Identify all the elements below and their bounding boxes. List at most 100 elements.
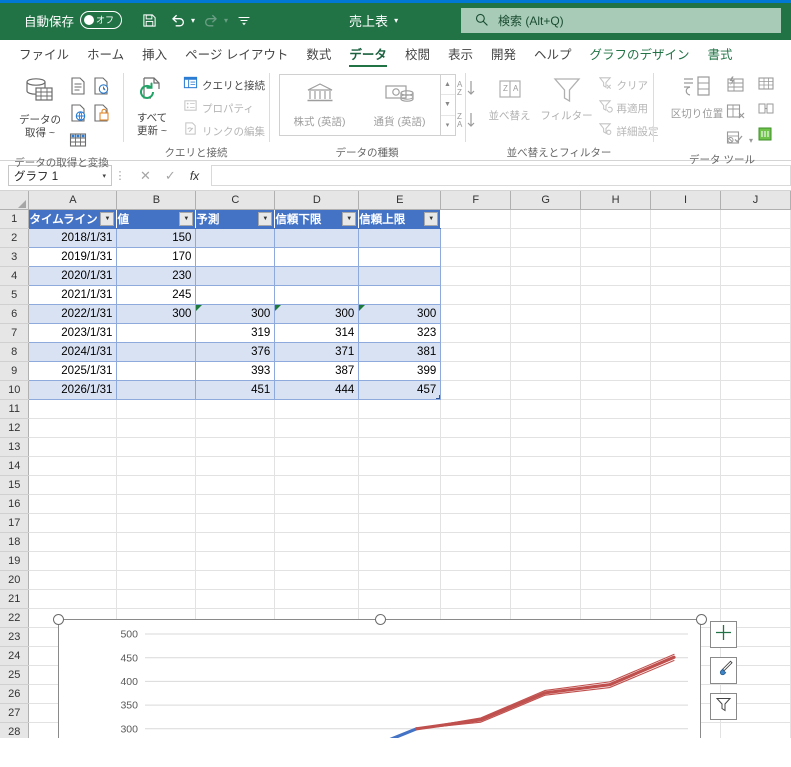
cell-d12[interactable] — [274, 418, 360, 438]
cell-b9[interactable] — [116, 361, 197, 381]
redo-button[interactable] — [198, 7, 224, 33]
cell-j6[interactable] — [720, 304, 791, 324]
cell-d16[interactable] — [274, 494, 360, 514]
cell-f11[interactable] — [440, 399, 512, 419]
refresh-all-button[interactable]: すべて 更新 ~ — [124, 72, 180, 138]
cell-d18[interactable] — [274, 532, 360, 552]
row-header-23[interactable]: 23 — [0, 627, 30, 647]
chart-styles-button[interactable] — [710, 657, 737, 684]
cell-c16[interactable] — [195, 494, 276, 514]
cell-d4[interactable] — [274, 266, 360, 286]
column-header-c[interactable]: C — [195, 191, 276, 210]
cell-f9[interactable] — [440, 361, 512, 381]
cell-g1[interactable] — [510, 209, 582, 229]
cell-a10[interactable]: 2026/1/31 — [28, 380, 118, 400]
cell-f12[interactable] — [440, 418, 512, 438]
cell-g14[interactable] — [510, 456, 582, 476]
cell-g5[interactable] — [510, 285, 582, 305]
cell-h13[interactable] — [580, 437, 652, 457]
cell-d19[interactable] — [274, 551, 360, 571]
cell-g19[interactable] — [510, 551, 582, 571]
cell-e3[interactable] — [358, 247, 442, 267]
select-all-button[interactable] — [0, 191, 30, 210]
stocks-button[interactable]: 株式 (英語) — [280, 75, 360, 135]
cell-j13[interactable] — [720, 437, 791, 457]
cell-a9[interactable]: 2025/1/31 — [28, 361, 118, 381]
cell-j17[interactable] — [720, 513, 791, 533]
cell-i4[interactable] — [650, 266, 721, 286]
cell-f13[interactable] — [440, 437, 512, 457]
cell-f21[interactable] — [440, 589, 512, 609]
sort-za-icon[interactable]: ZA — [457, 111, 479, 134]
cell-g6[interactable] — [510, 304, 582, 324]
cell-j14[interactable] — [720, 456, 791, 476]
column-header-e[interactable]: E — [358, 191, 442, 210]
cell-f18[interactable] — [440, 532, 512, 552]
cell-i21[interactable] — [650, 589, 721, 609]
row-header-27[interactable]: 27 — [0, 703, 30, 723]
cell-b12[interactable] — [116, 418, 197, 438]
cell-i2[interactable] — [650, 228, 721, 248]
cell-a8[interactable]: 2024/1/31 — [28, 342, 118, 362]
cell-b5[interactable]: 245 — [116, 285, 197, 305]
data-types-scrollbar[interactable]: ▲ ▼ ▾ — [439, 75, 455, 135]
cell-j19[interactable] — [720, 551, 791, 571]
tab-developer[interactable]: 開発 — [482, 41, 525, 68]
row-header-22[interactable]: 22 — [0, 608, 30, 628]
cell-c6[interactable]: 300 — [195, 304, 276, 324]
cell-j21[interactable] — [720, 589, 791, 609]
table-header-value[interactable]: 値 ▼ — [116, 209, 197, 229]
cell-g4[interactable] — [510, 266, 582, 286]
cell-j7[interactable] — [720, 323, 791, 343]
gallery-more-button[interactable]: ▾ — [440, 114, 455, 135]
cell-i17[interactable] — [650, 513, 721, 533]
cell-g18[interactable] — [510, 532, 582, 552]
row-header-17[interactable]: 17 — [0, 513, 30, 533]
cell-d5[interactable] — [274, 285, 360, 305]
column-header-b[interactable]: B — [116, 191, 197, 210]
cell-e2[interactable] — [358, 228, 442, 248]
cell-a5[interactable]: 2021/1/31 — [28, 285, 118, 305]
cell-b6[interactable]: 300 — [116, 304, 197, 324]
row-header-7[interactable]: 7 — [0, 323, 30, 343]
cell-j15[interactable] — [720, 475, 791, 495]
cell-c13[interactable] — [195, 437, 276, 457]
cell-i19[interactable] — [650, 551, 721, 571]
cell-e18[interactable] — [358, 532, 442, 552]
search-input[interactable]: 検索 (Alt+Q) — [461, 8, 781, 33]
cell-h15[interactable] — [580, 475, 652, 495]
cell-f14[interactable] — [440, 456, 512, 476]
row-header-21[interactable]: 21 — [0, 589, 30, 609]
cell-c4[interactable] — [195, 266, 276, 286]
table-resize-handle[interactable] — [436, 394, 440, 398]
text-to-columns-button[interactable]: 区切り位置 — [669, 72, 725, 121]
cell-f15[interactable] — [440, 475, 512, 495]
cell-d17[interactable] — [274, 513, 360, 533]
cell-h10[interactable] — [580, 380, 652, 400]
cell-e11[interactable] — [358, 399, 442, 419]
cell-a17[interactable] — [28, 513, 118, 533]
cell-d21[interactable] — [274, 589, 360, 609]
cell-g3[interactable] — [510, 247, 582, 267]
column-header-i[interactable]: I — [650, 191, 721, 210]
cell-j16[interactable] — [720, 494, 791, 514]
row-header-11[interactable]: 11 — [0, 399, 30, 419]
cell-h11[interactable] — [580, 399, 652, 419]
cell-i11[interactable] — [650, 399, 721, 419]
cell-a2[interactable]: 2018/1/31 — [28, 228, 118, 248]
cell-i7[interactable] — [650, 323, 721, 343]
cell-c14[interactable] — [195, 456, 276, 476]
chart-object[interactable]: 0501001502002503003504004505002018/1/312… — [53, 614, 707, 738]
cell-a13[interactable] — [28, 437, 118, 457]
cell-e8[interactable]: 381 — [358, 342, 442, 362]
tab-formulas[interactable]: 数式 — [297, 41, 340, 68]
row-header-6[interactable]: 6 — [0, 304, 30, 324]
tab-file[interactable]: ファイル — [10, 41, 78, 68]
cell-g17[interactable] — [510, 513, 582, 533]
chevron-down-icon[interactable]: ▾ — [394, 16, 398, 25]
filter-dropdown-icon[interactable]: ▼ — [424, 211, 439, 226]
cell-g10[interactable] — [510, 380, 582, 400]
cell-h14[interactable] — [580, 456, 652, 476]
row-header-10[interactable]: 10 — [0, 380, 30, 400]
cell-i15[interactable] — [650, 475, 721, 495]
